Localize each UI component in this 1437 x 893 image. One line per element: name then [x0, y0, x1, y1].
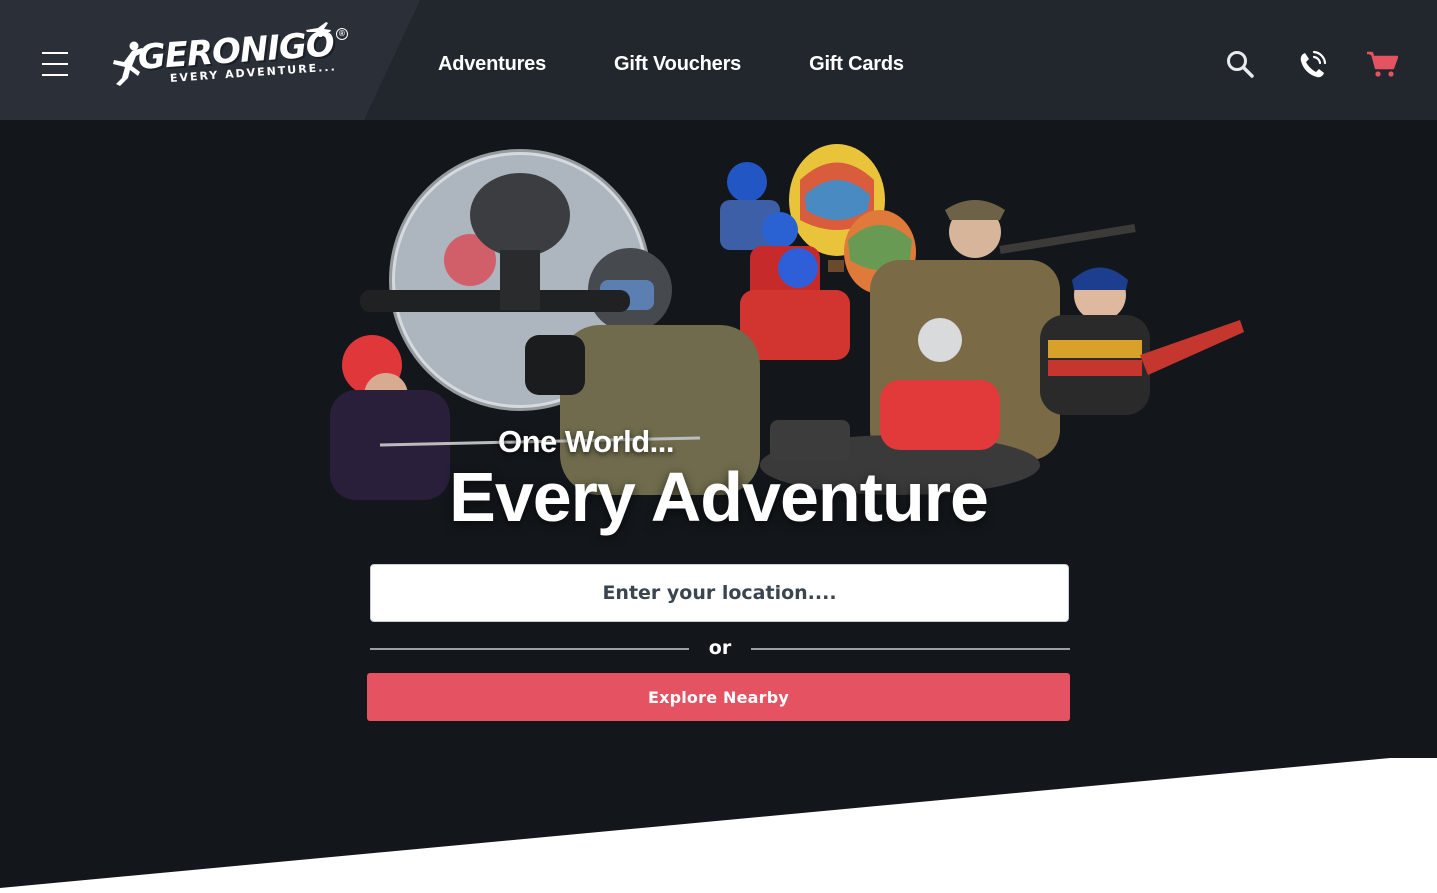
- nav-gift-cards[interactable]: Gift Cards: [809, 52, 904, 76]
- divider-right: [751, 648, 1070, 650]
- search-icon[interactable]: [1226, 50, 1254, 78]
- nav-adventures[interactable]: Adventures: [438, 52, 546, 76]
- hamburger-menu-icon[interactable]: [42, 52, 68, 76]
- main-nav: Adventures Gift Vouchers Gift Cards: [438, 52, 972, 76]
- nav-gift-vouchers[interactable]: Gift Vouchers: [614, 52, 741, 76]
- divider-left: [370, 648, 689, 650]
- cart-icon[interactable]: [1366, 50, 1398, 78]
- page-bottom-section: [0, 758, 1437, 893]
- location-input[interactable]: [370, 564, 1069, 622]
- or-label: or: [708, 637, 732, 659]
- plane-icon: [306, 22, 331, 37]
- hero-tagline: One World...: [498, 424, 675, 459]
- hero-headline: Every Adventure: [449, 458, 989, 536]
- site-header: GERONIGO EVERY ADVENTURE... ® Adventures…: [0, 0, 1437, 120]
- explore-nearby-button[interactable]: Explore Nearby: [367, 673, 1070, 721]
- phone-icon[interactable]: [1297, 48, 1329, 80]
- geronigo-logo[interactable]: GERONIGO EVERY ADVENTURE... ®: [108, 20, 348, 96]
- registered-mark: ®: [336, 28, 348, 40]
